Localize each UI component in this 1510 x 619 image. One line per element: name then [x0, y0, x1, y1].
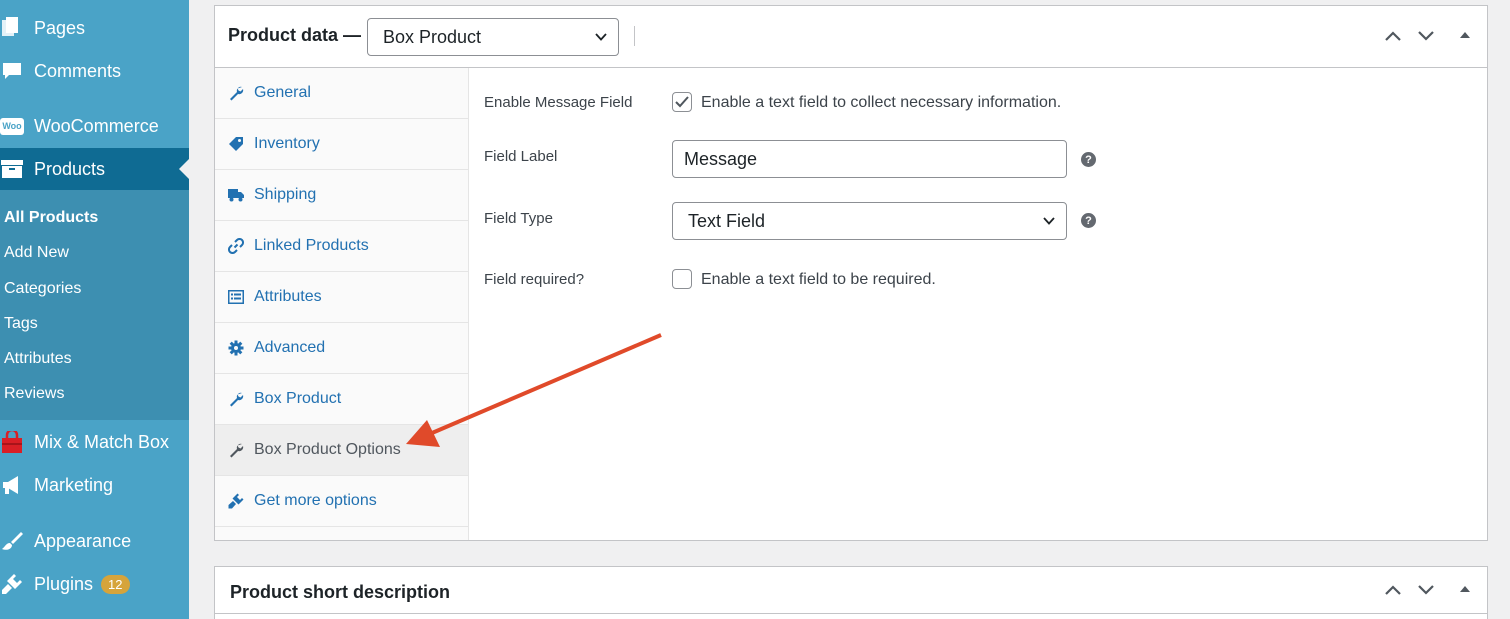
tab-label: Linked Products: [254, 237, 369, 254]
list-icon: [228, 289, 244, 305]
sidebar-item-label: Pages: [34, 18, 86, 38]
sidebar-item-label: Products: [34, 159, 106, 179]
toggle-panel-button[interactable]: [1454, 578, 1476, 600]
checkmark-icon: [675, 96, 689, 108]
chevron-up-icon: [1385, 585, 1401, 595]
sidebar-item-label: Marketing: [34, 475, 114, 495]
header-divider: [215, 613, 1487, 614]
tab-inventory[interactable]: Inventory: [215, 119, 468, 170]
tab-shipping[interactable]: Shipping: [215, 170, 468, 221]
field-required-checkbox[interactable]: [672, 269, 692, 289]
sidebar-item-comments[interactable]: Comments: [0, 51, 189, 91]
sidebar-item-marketing[interactable]: Marketing: [0, 465, 189, 505]
pages-icon: [0, 16, 24, 40]
submenu-reviews[interactable]: Reviews: [4, 385, 64, 403]
gear-icon: [228, 340, 244, 356]
product-data-header: Product data — Box Product: [215, 6, 1487, 68]
tab-box-product[interactable]: Box Product: [215, 374, 468, 425]
sidebar-item-pages[interactable]: Pages: [0, 8, 189, 48]
tab-label: Box Product: [254, 390, 342, 407]
move-up-button[interactable]: [1382, 25, 1404, 47]
field-type-label: Field Type: [484, 210, 553, 227]
chevron-down-icon: [1418, 31, 1434, 41]
tab-general[interactable]: General: [215, 68, 468, 119]
sidebar-item-label: Mix & Match Box: [34, 432, 170, 452]
field-type-value: Text Field: [688, 210, 766, 231]
caret-up-icon: [1460, 586, 1470, 592]
tab-advanced[interactable]: Advanced: [215, 323, 468, 374]
field-type-select[interactable]: Text Field: [672, 202, 1067, 240]
tab-label: Attributes: [254, 288, 322, 305]
shopping-bag-icon: [0, 430, 24, 454]
plugin-icon: [0, 572, 24, 596]
tab-linked-products[interactable]: Linked Products: [215, 221, 468, 272]
plugin-icon: [228, 493, 244, 509]
tab-label: General: [254, 84, 311, 101]
move-down-button[interactable]: [1415, 579, 1437, 601]
chevron-down-icon: [595, 33, 607, 41]
header-divider: [634, 26, 635, 46]
help-icon[interactable]: ?: [1081, 213, 1096, 228]
chevron-down-icon: [1043, 217, 1055, 225]
sidebar-item-plugins[interactable]: Plugins 12: [0, 564, 189, 604]
submenu-all-products[interactable]: All Products: [4, 209, 98, 227]
wrench-icon: [228, 85, 244, 101]
sidebar-item-label: Appearance: [34, 531, 132, 551]
move-up-button[interactable]: [1382, 579, 1404, 601]
plugins-update-badge: 12: [101, 574, 130, 594]
sidebar-item-label: WooCommerce: [34, 116, 159, 136]
field-required-label: Field required?: [484, 271, 585, 288]
help-icon[interactable]: ?: [1081, 152, 1096, 167]
submenu-attributes[interactable]: Attributes: [4, 350, 72, 368]
brush-icon: [0, 529, 24, 553]
sidebar-item-products[interactable]: Products: [0, 148, 189, 190]
sidebar-item-mix-match-box[interactable]: Mix & Match Box: [0, 422, 189, 462]
enable-message-description: Enable a text field to collect necessary…: [701, 94, 1062, 111]
admin-sidebar: Pages Comments Woo WooCommerce Products …: [0, 0, 189, 619]
product-type-value: Box Product: [383, 26, 482, 47]
tab-label: Inventory: [254, 135, 320, 152]
tab-label: Advanced: [254, 339, 326, 356]
products-submenu: All Products Add New Categories Tags Att…: [0, 190, 189, 420]
submenu-tags[interactable]: Tags: [4, 315, 38, 333]
submenu-categories[interactable]: Categories: [4, 280, 81, 298]
field-label-label: Field Label: [484, 148, 558, 165]
tab-label: Box Product Options: [254, 441, 401, 458]
sidebar-item-woocommerce[interactable]: Woo WooCommerce: [0, 106, 189, 146]
product-data-box: Product data — Box Product General Inven…: [214, 5, 1488, 541]
tab-label: Shipping: [254, 186, 317, 203]
submenu-add-new[interactable]: Add New: [4, 244, 69, 262]
field-label-input[interactable]: [672, 140, 1067, 178]
comments-icon: [0, 59, 24, 83]
megaphone-icon: [0, 473, 24, 497]
truck-icon: [228, 187, 244, 203]
field-required-description: Enable a text field to be required.: [701, 271, 936, 288]
short-description-title: Product short description: [230, 582, 451, 602]
tab-get-more-options[interactable]: Get more options: [215, 476, 468, 527]
woocommerce-icon: Woo: [0, 114, 24, 138]
chevron-up-icon: [1385, 31, 1401, 41]
product-data-title: Product data —: [228, 25, 362, 45]
wrench-icon: [228, 391, 244, 407]
sidebar-item-appearance[interactable]: Appearance: [0, 521, 189, 561]
toggle-panel-button[interactable]: [1454, 24, 1476, 46]
tag-icon: [228, 136, 244, 152]
tab-box-product-options[interactable]: Box Product Options: [215, 425, 468, 476]
archive-icon: [0, 157, 24, 181]
enable-message-checkbox[interactable]: [672, 92, 692, 112]
product-data-tabs: General Inventory Shipping Linked Produc…: [215, 68, 469, 540]
product-short-description-box: Product short description: [214, 566, 1488, 619]
sidebar-item-label: Plugins: [34, 574, 94, 594]
move-down-button[interactable]: [1415, 25, 1437, 47]
sidebar-item-label: Comments: [34, 61, 122, 81]
link-icon: [228, 238, 244, 254]
product-type-select[interactable]: Box Product: [367, 18, 619, 56]
enable-message-label: Enable Message Field: [484, 94, 633, 111]
chevron-down-icon: [1418, 585, 1434, 595]
tab-label: Get more options: [254, 492, 377, 509]
caret-up-icon: [1460, 32, 1470, 38]
wrench-icon: [228, 442, 244, 458]
tab-attributes[interactable]: Attributes: [215, 272, 468, 323]
